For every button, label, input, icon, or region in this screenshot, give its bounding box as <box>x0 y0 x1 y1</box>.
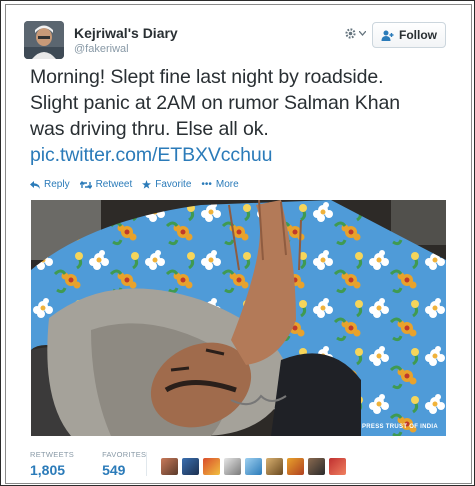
reply-label: Reply <box>44 179 70 190</box>
tweet-line-1: Morning! Slept fine last night by roadsi… <box>30 66 384 88</box>
favorites-count: 549 <box>102 462 126 478</box>
retweet-label: Retweet <box>95 179 133 190</box>
favoriter-avatar[interactable] <box>203 458 220 475</box>
favoriter-avatar[interactable] <box>308 458 325 475</box>
favoriter-avatar[interactable] <box>245 458 262 475</box>
favorite-action[interactable]: Favorite <box>142 179 191 190</box>
favorites-label: FAVORITES <box>102 450 147 459</box>
retweets-count: 1,805 <box>30 462 66 478</box>
chevron-down-icon <box>359 31 366 36</box>
tweet-stats: RETWEETS 1,805 FAVORITES 549 <box>30 450 146 478</box>
display-name[interactable]: Kejriwal's Diary <box>74 25 178 41</box>
tweet-photo[interactable]: PRESS TRUST OF INDIA <box>31 200 446 436</box>
retweets-stat[interactable]: RETWEETS 1,805 <box>30 450 74 478</box>
favoriter-avatar[interactable] <box>224 458 241 475</box>
reply-action[interactable]: Reply <box>30 179 70 190</box>
stats-divider <box>146 452 147 476</box>
follow-button[interactable]: Follow <box>372 22 446 48</box>
more-action[interactable]: ••• More <box>201 179 238 190</box>
favoriter-avatar[interactable] <box>329 458 346 475</box>
tweet-line-3: was driving thru. Else all ok. <box>30 118 269 140</box>
gear-icon <box>345 28 356 39</box>
tweet-media-link[interactable]: pic.twitter.com/ETBXVcchuu <box>30 142 460 168</box>
favoriter-avatar[interactable] <box>182 458 199 475</box>
favoriter-avatar[interactable] <box>266 458 283 475</box>
retweet-action[interactable]: Retweet <box>79 179 133 190</box>
favoriter-avatar[interactable] <box>287 458 304 475</box>
tweet-line-2: Slight panic at 2AM on rumor Salman Khan <box>30 92 400 114</box>
retweet-icon <box>79 180 92 189</box>
follow-user-icon <box>381 30 394 41</box>
star-icon <box>142 180 152 189</box>
avatar[interactable] <box>24 21 64 59</box>
retweets-label: RETWEETS <box>30 450 75 459</box>
tweet-actions: Reply Retweet Favorite ••• More <box>30 179 239 190</box>
reply-icon <box>30 180 40 189</box>
favoriter-avatar[interactable] <box>161 458 178 475</box>
user-handle[interactable]: @fakeriwal <box>74 43 129 55</box>
gear-menu-button[interactable] <box>344 27 366 40</box>
photo-illustration <box>31 200 446 436</box>
favoriters-avatars <box>161 458 346 475</box>
favorite-label: Favorite <box>155 179 192 190</box>
more-label: More <box>215 179 239 190</box>
follow-label: Follow <box>399 28 437 42</box>
tweet-text: Morning! Slept fine last night by roadsi… <box>30 64 460 168</box>
more-dots-icon: ••• <box>201 179 212 190</box>
favorites-stat[interactable]: FAVORITES 549 <box>102 450 146 478</box>
photo-watermark: PRESS TRUST OF INDIA <box>361 424 438 430</box>
